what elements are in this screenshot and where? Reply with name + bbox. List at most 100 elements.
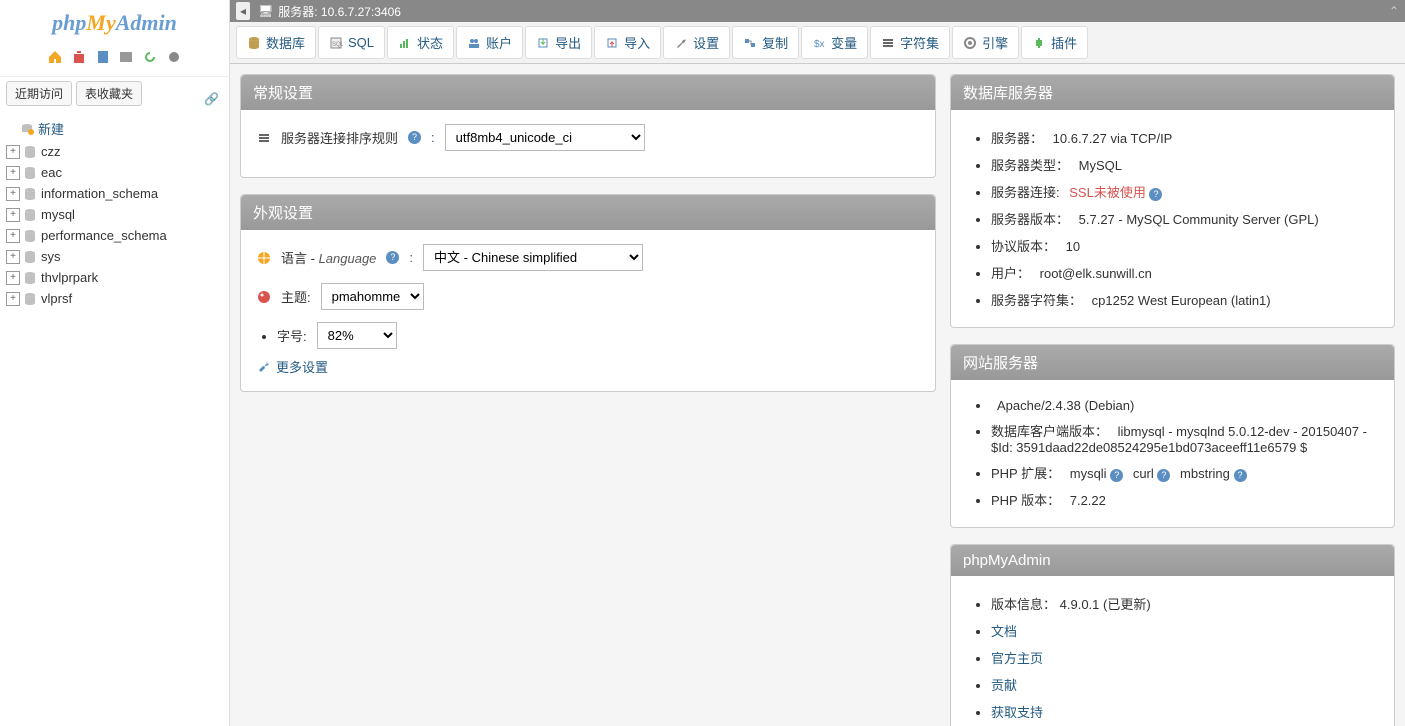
database-icon bbox=[23, 166, 37, 180]
docs-icon[interactable] bbox=[95, 49, 111, 65]
topbar-menu-icon[interactable]: ⌃ bbox=[1389, 4, 1399, 18]
expand-icon[interactable]: + bbox=[6, 145, 20, 159]
nav-settings[interactable]: 设置 bbox=[663, 26, 730, 59]
gear-icon[interactable] bbox=[166, 49, 182, 65]
help-icon[interactable]: ? bbox=[408, 131, 421, 144]
tree-db-item[interactable]: +mysql bbox=[4, 204, 225, 225]
export-icon bbox=[536, 36, 550, 50]
nav-label: 数据库 bbox=[266, 33, 305, 52]
db-name: information_schema bbox=[41, 186, 158, 201]
info-item: 协议版本： 10 bbox=[991, 232, 1378, 259]
nav-label: 引擎 bbox=[982, 33, 1008, 52]
pma-link[interactable]: 贡献 bbox=[991, 678, 1017, 693]
info-item: PHP 版本： 7.2.22 bbox=[991, 486, 1378, 513]
web-server-title: 网站服务器 bbox=[951, 345, 1394, 380]
database-icon bbox=[247, 36, 261, 50]
tree-db-item[interactable]: + czz bbox=[4, 141, 225, 162]
expand-icon[interactable]: + bbox=[6, 166, 20, 180]
info-item: 服务器连接: SSL未被使用 ? bbox=[991, 178, 1378, 205]
nav-charset[interactable]: 字符集 bbox=[870, 26, 950, 59]
pma-link-item: 贡献 bbox=[991, 671, 1378, 698]
theme-label: 主题: bbox=[281, 287, 311, 306]
plugin-icon bbox=[1032, 36, 1046, 50]
help-icon[interactable]: ? bbox=[386, 251, 399, 264]
expand-icon[interactable]: + bbox=[6, 271, 20, 285]
nav-tabs: 数据库 SQLSQL 状态 账户导出导入设置复制$x变量字符集 引擎插件 bbox=[230, 22, 1405, 64]
tree-db-item[interactable]: + sys bbox=[4, 246, 225, 267]
nav-label: 账户 bbox=[486, 33, 512, 52]
collation-select[interactable]: utf8mb4_unicode_ci bbox=[445, 124, 645, 151]
logo[interactable]: phpMyAdmin bbox=[0, 0, 229, 46]
collation-icon bbox=[257, 131, 271, 145]
nav-status[interactable]: 状态 bbox=[387, 26, 454, 59]
more-settings-link[interactable]: 更多设置 bbox=[257, 357, 328, 376]
pma-link-item: 官方主页 bbox=[991, 644, 1378, 671]
server-icon: 🖥 bbox=[258, 4, 273, 18]
pma-link[interactable]: 官方主页 bbox=[991, 651, 1043, 666]
nav-variables[interactable]: $x变量 bbox=[801, 26, 868, 59]
tree-db-item[interactable]: + information_schema bbox=[4, 183, 225, 204]
sql-icon[interactable] bbox=[118, 49, 134, 65]
expand-icon[interactable]: + bbox=[6, 187, 20, 201]
new-db-icon bbox=[20, 122, 34, 136]
help-icon[interactable]: ? bbox=[1110, 469, 1123, 482]
engine-icon bbox=[963, 36, 977, 50]
reload-icon[interactable] bbox=[142, 49, 158, 65]
info-item: 服务器版本： 5.7.27 - MySQL Community Server (… bbox=[991, 205, 1378, 232]
help-icon[interactable]: ? bbox=[1157, 469, 1170, 482]
nav-export[interactable]: 导出 bbox=[525, 26, 592, 59]
database-icon bbox=[23, 229, 37, 243]
expand-icon[interactable]: + bbox=[6, 208, 20, 222]
db-server-title: 数据库服务器 bbox=[951, 75, 1394, 110]
db-name: czz bbox=[41, 144, 61, 159]
nav-label: 状态 bbox=[417, 33, 443, 52]
expand-icon[interactable]: + bbox=[6, 292, 20, 306]
language-select[interactable]: 中文 - Chinese simplified bbox=[423, 244, 643, 271]
tree-db-item[interactable]: +performance_schema bbox=[4, 225, 225, 246]
tab-recent[interactable]: 近期访问 bbox=[6, 81, 72, 106]
db-name: thvlprpark bbox=[41, 270, 98, 285]
theme-select[interactable]: pmahomme bbox=[321, 283, 424, 310]
nav-engine[interactable]: 引擎 bbox=[952, 26, 1019, 59]
more-settings-label: 更多设置 bbox=[276, 357, 328, 376]
nav-database[interactable]: 数据库 bbox=[236, 26, 316, 59]
server-label: 服务器: 10.6.7.27:3406 bbox=[278, 3, 401, 20]
info-item: 数据库客户端版本： libmysql - mysqlnd 5.0.12-dev … bbox=[991, 417, 1378, 459]
tree-new[interactable]: 新建 bbox=[4, 116, 225, 141]
pma-link[interactable]: 文档 bbox=[991, 624, 1017, 639]
nav-sql[interactable]: SQLSQL bbox=[318, 26, 385, 59]
database-icon bbox=[23, 292, 37, 306]
language-icon bbox=[257, 251, 271, 265]
help-icon[interactable]: ? bbox=[1149, 188, 1162, 201]
expand-icon[interactable]: + bbox=[6, 229, 20, 243]
nav-plugin[interactable]: 插件 bbox=[1021, 26, 1088, 59]
home-icon[interactable] bbox=[47, 49, 63, 65]
db-name: sys bbox=[41, 249, 61, 264]
tree-db-item[interactable]: +vlprsf bbox=[4, 288, 225, 309]
info-item: PHP 扩展： mysqli ? curl ? mbstring ? bbox=[991, 459, 1378, 486]
font-select[interactable]: 82% bbox=[317, 322, 397, 349]
database-icon bbox=[23, 208, 37, 222]
help-icon[interactable]: ? bbox=[1234, 469, 1247, 482]
topbar: ◂ 🖥 服务器: 10.6.7.27:3406 ⌃ bbox=[230, 0, 1405, 22]
nav-users[interactable]: 账户 bbox=[456, 26, 523, 59]
tree-new-label: 新建 bbox=[38, 119, 64, 138]
pma-panel: phpMyAdmin 版本信息： 4.9.0.1 (已更新) 文档官方主页贡献获… bbox=[950, 544, 1395, 726]
pma-link[interactable]: 获取支持 bbox=[991, 705, 1043, 720]
tab-favorites[interactable]: 表收藏夹 bbox=[76, 81, 142, 106]
tree-db-item[interactable]: + thvlprpark bbox=[4, 267, 225, 288]
pma-version: 版本信息： 4.9.0.1 (已更新) bbox=[991, 590, 1378, 617]
tree-db-item[interactable]: +eac bbox=[4, 162, 225, 183]
info-item: 服务器字符集： cp1252 West European (latin1) bbox=[991, 286, 1378, 313]
collapse-sidebar-icon[interactable]: ◂ bbox=[236, 2, 250, 20]
nav-import[interactable]: 导入 bbox=[594, 26, 661, 59]
nav-replication[interactable]: 复制 bbox=[732, 26, 799, 59]
svg-text:$x: $x bbox=[814, 39, 825, 50]
replication-icon bbox=[743, 36, 757, 50]
expand-icon[interactable]: + bbox=[6, 250, 20, 264]
database-icon bbox=[23, 250, 37, 264]
sidebar-toolbar bbox=[0, 46, 229, 76]
link-icon[interactable]: 🔗 bbox=[204, 92, 219, 106]
web-server-panel: 网站服务器 Apache/2.4.38 (Debian)数据库客户端版本： li… bbox=[950, 344, 1395, 528]
logout-icon[interactable] bbox=[71, 49, 87, 65]
